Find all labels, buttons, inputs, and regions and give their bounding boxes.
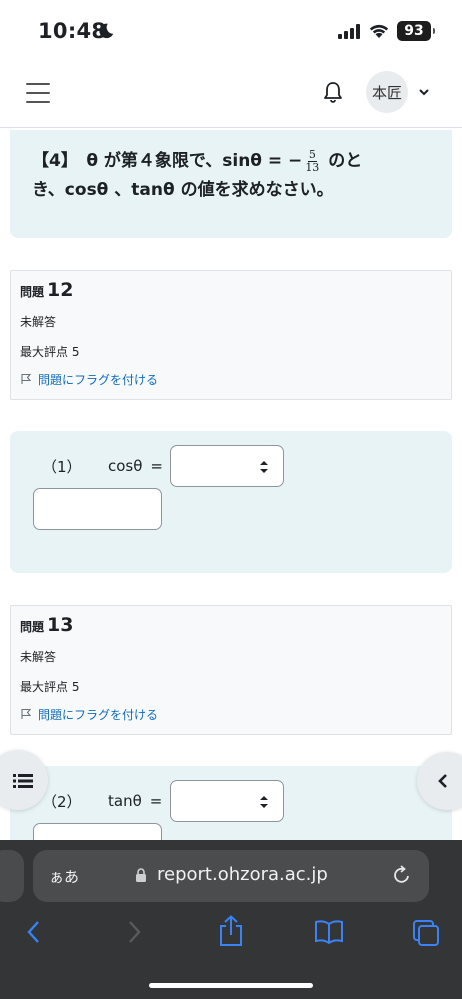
answer-panel-12: （1） cosθ =: [10, 431, 452, 573]
list-icon: [13, 774, 33, 788]
bell-icon[interactable]: [322, 80, 344, 104]
select-arrows-icon: [260, 796, 268, 808]
chevron-down-icon: [419, 89, 429, 96]
wifi-icon: [369, 24, 389, 38]
question-line-1: 【4】 θ が第４象限で、sinθ = −5 13 のと: [32, 147, 363, 174]
question-number: 問題 12: [20, 279, 74, 301]
question-text: 【4】 θ が第４象限で、sinθ = −5 13 のと き、cosθ 、tanθ…: [10, 130, 452, 238]
address-bar[interactable]: ぁあ report.ohzora.ac.jp: [33, 850, 429, 902]
flag-question-link[interactable]: 問題にフラグを付ける: [20, 706, 442, 722]
question-line-2: き、cosθ 、tanθ の値を求めなさい。: [32, 180, 334, 200]
back-icon[interactable]: [25, 918, 43, 946]
url-text: report.ohzora.ac.jp: [157, 864, 328, 885]
fraction: 5 13: [305, 147, 320, 174]
flag-question-link[interactable]: 問題にフラグを付ける: [20, 371, 442, 387]
top-navbar: 本匠: [0, 62, 462, 128]
share-icon[interactable]: [216, 914, 246, 948]
question-max-score: 最大評点 5: [20, 680, 80, 694]
tabs-icon[interactable]: [411, 918, 441, 948]
forward-icon[interactable]: [125, 918, 143, 946]
cellular-signal-icon: [338, 24, 360, 39]
answer-input-1[interactable]: [33, 488, 162, 530]
question-max-score: 最大評点 5: [20, 345, 80, 359]
flag-icon: [21, 373, 32, 384]
moon-icon: [99, 23, 114, 39]
question-number: 問題 13: [20, 614, 74, 636]
previous-tab-preview[interactable]: [0, 850, 24, 902]
answer-row: （1） cosθ =: [42, 457, 163, 476]
answer-select-2[interactable]: [170, 780, 284, 822]
avatar: 本匠: [366, 71, 408, 113]
home-indicator: [149, 983, 313, 988]
question-status: 未解答: [20, 650, 57, 664]
select-arrows-icon: [260, 461, 268, 473]
status-bar: 10:48 93: [0, 0, 462, 62]
browser-toolbar: ぁあ report.ohzora.ac.jp: [0, 840, 462, 999]
page-settings-button[interactable]: ぁあ: [49, 866, 79, 887]
bookmarks-icon[interactable]: [313, 918, 345, 946]
user-menu[interactable]: 本匠: [366, 71, 430, 113]
question-status: 未解答: [20, 315, 57, 329]
menu-icon[interactable]: [26, 82, 50, 104]
flag-icon: [21, 708, 32, 719]
answer-select-1[interactable]: [170, 445, 284, 487]
battery-indicator: 93: [397, 21, 435, 41]
question-info-12: 問題 12 未解答 最大評点 5 問題にフラグを付ける: [10, 270, 452, 400]
answer-row: （2） tanθ =: [42, 792, 163, 811]
reload-icon[interactable]: [391, 864, 413, 886]
question-info-13: 問題 13 未解答 最大評点 5 問題にフラグを付ける: [10, 605, 452, 735]
chevron-left-icon: [438, 774, 447, 788]
lock-icon: [136, 868, 146, 882]
quiz-page: 10:48 93 本匠 【4】 θ が第４象限で、sinθ = − 5 13 の…: [0, 0, 462, 999]
